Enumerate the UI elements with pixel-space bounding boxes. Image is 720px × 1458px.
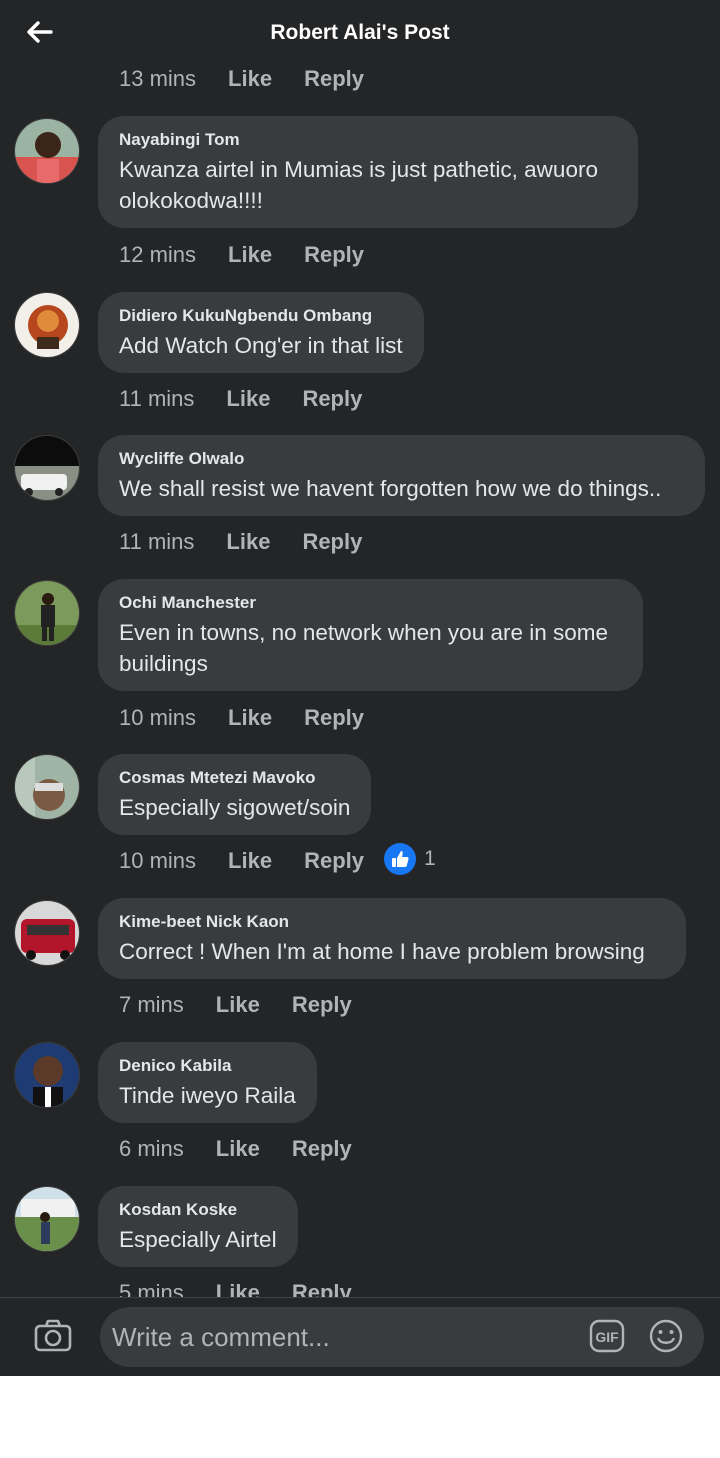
comment-bubble: Didiero KukuNgbendu Ombang Add Watch Ong… [98, 292, 424, 373]
comment-time: 10 mins [119, 705, 197, 730]
comment-time: 11 mins [119, 529, 195, 554]
comment-time: 10 mins [119, 848, 197, 873]
comment-text: Add Watch Ong'er in that list [119, 333, 403, 358]
comment-time: 12 mins [119, 242, 197, 267]
comment-author[interactable]: Kime-beet Nick Kaon [119, 912, 665, 932]
gif-icon: GIF [589, 1319, 625, 1353]
gif-button[interactable]: GIF [589, 1319, 625, 1353]
comment-meta: 6 mins Like Reply [119, 1134, 352, 1164]
comment-text: Tinde iweyo Raila [119, 1083, 296, 1108]
comment-author[interactable]: Cosmas Mtetezi Mavoko [119, 768, 350, 788]
reply-link[interactable]: Reply [304, 705, 364, 731]
avatar[interactable] [14, 1186, 80, 1252]
comment-meta: 7 mins Like Reply [119, 990, 352, 1020]
comment-bubble: Denico Kabila Tinde iweyo Raila [98, 1042, 317, 1123]
comment-text: Especially Airtel [119, 1227, 277, 1252]
reply-link[interactable]: Reply [302, 529, 362, 555]
comment-text: Especially sigowet/soin [119, 795, 351, 820]
avatar[interactable] [14, 292, 80, 358]
camera-icon [34, 1319, 72, 1352]
comment-meta: 10 mins Like Reply 1 [119, 843, 436, 876]
avatar[interactable] [14, 435, 80, 501]
comment-text: Correct ! When I'm at home I have proble… [119, 939, 645, 964]
comment-meta: 5 mins Like Reply [119, 1278, 352, 1297]
comment-text: We shall resist we havent forgotten how … [119, 476, 662, 501]
comment-time: 7 mins [119, 992, 184, 1017]
like-link[interactable]: Like [216, 1136, 260, 1162]
comment-author[interactable]: Kosdan Koske [119, 1200, 277, 1220]
reply-link[interactable]: Reply [304, 242, 364, 268]
like-link[interactable]: Like [228, 705, 272, 731]
reply-link[interactable]: Reply [292, 992, 352, 1018]
reply-link[interactable]: Reply [292, 1280, 352, 1297]
comment-meta: 10 mins Like Reply [119, 703, 364, 733]
comment-bubble: Nayabingi Tom Kwanza airtel in Mumias is… [98, 116, 638, 228]
thumbs-up-icon [384, 843, 416, 875]
comment-author[interactable]: Ochi Manchester [119, 593, 622, 613]
comment-author[interactable]: Wycliffe Olwalo [119, 449, 684, 469]
comment-meta: 11 mins Like Reply [119, 527, 362, 557]
comment-time: 11 mins [119, 386, 195, 411]
avatar[interactable] [14, 900, 80, 966]
comment-author[interactable]: Denico Kabila [119, 1056, 296, 1076]
comment-time: 6 mins [119, 1136, 184, 1161]
avatar[interactable] [14, 580, 80, 646]
reply-link[interactable]: Reply [302, 386, 362, 412]
post-comments-screen: 13 mins Like Reply Nayabingi Tom Kwanza … [0, 0, 720, 1376]
like-link[interactable]: Like [216, 992, 260, 1018]
comment-bubble: Kosdan Koske Especially Airtel [98, 1186, 298, 1267]
gif-label: GIF [595, 1329, 619, 1345]
comment-meta: 11 mins Like Reply [119, 384, 362, 414]
emoji-button[interactable] [648, 1318, 684, 1354]
like-link[interactable]: Like [228, 848, 272, 874]
like-link[interactable]: Like [226, 529, 270, 555]
like-link[interactable]: Like [226, 386, 270, 412]
avatar[interactable] [14, 754, 80, 820]
reply-link[interactable]: Reply [292, 1136, 352, 1162]
comment-text: Kwanza airtel in Mumias is just pathetic… [119, 157, 598, 213]
comment-bubble: Kime-beet Nick Kaon Correct ! When I'm a… [98, 898, 686, 979]
reaction-summary[interactable]: 1 [384, 843, 436, 875]
comment-bubble: Wycliffe Olwalo We shall resist we haven… [98, 435, 705, 516]
camera-button[interactable] [34, 1318, 72, 1354]
comment-bubble: Cosmas Mtetezi Mavoko Especially sigowet… [98, 754, 372, 835]
reaction-count: 1 [424, 847, 436, 870]
comment-meta: 12 mins Like Reply [119, 240, 364, 270]
page-title: Robert Alai's Post [270, 21, 450, 44]
comment-text: Even in towns, no network when you are i… [119, 620, 609, 676]
comment-author[interactable]: Nayabingi Tom [119, 130, 617, 150]
avatar[interactable] [14, 1042, 80, 1108]
comment-bubble: Ochi Manchester Even in towns, no networ… [98, 579, 643, 691]
comment-author[interactable]: Didiero KukuNgbendu Ombang [119, 306, 403, 326]
top-bar: Robert Alai's Post [0, 0, 720, 70]
comment-composer: GIF [0, 1297, 720, 1376]
like-link[interactable]: Like [216, 1280, 260, 1297]
comment-list[interactable]: 13 mins Like Reply Nayabingi Tom Kwanza … [0, 0, 720, 1297]
like-link[interactable]: Like [228, 242, 272, 268]
smiley-icon [649, 1319, 683, 1353]
avatar[interactable] [14, 118, 80, 184]
reply-link[interactable]: Reply [304, 848, 364, 874]
comment-time: 5 mins [119, 1280, 184, 1297]
